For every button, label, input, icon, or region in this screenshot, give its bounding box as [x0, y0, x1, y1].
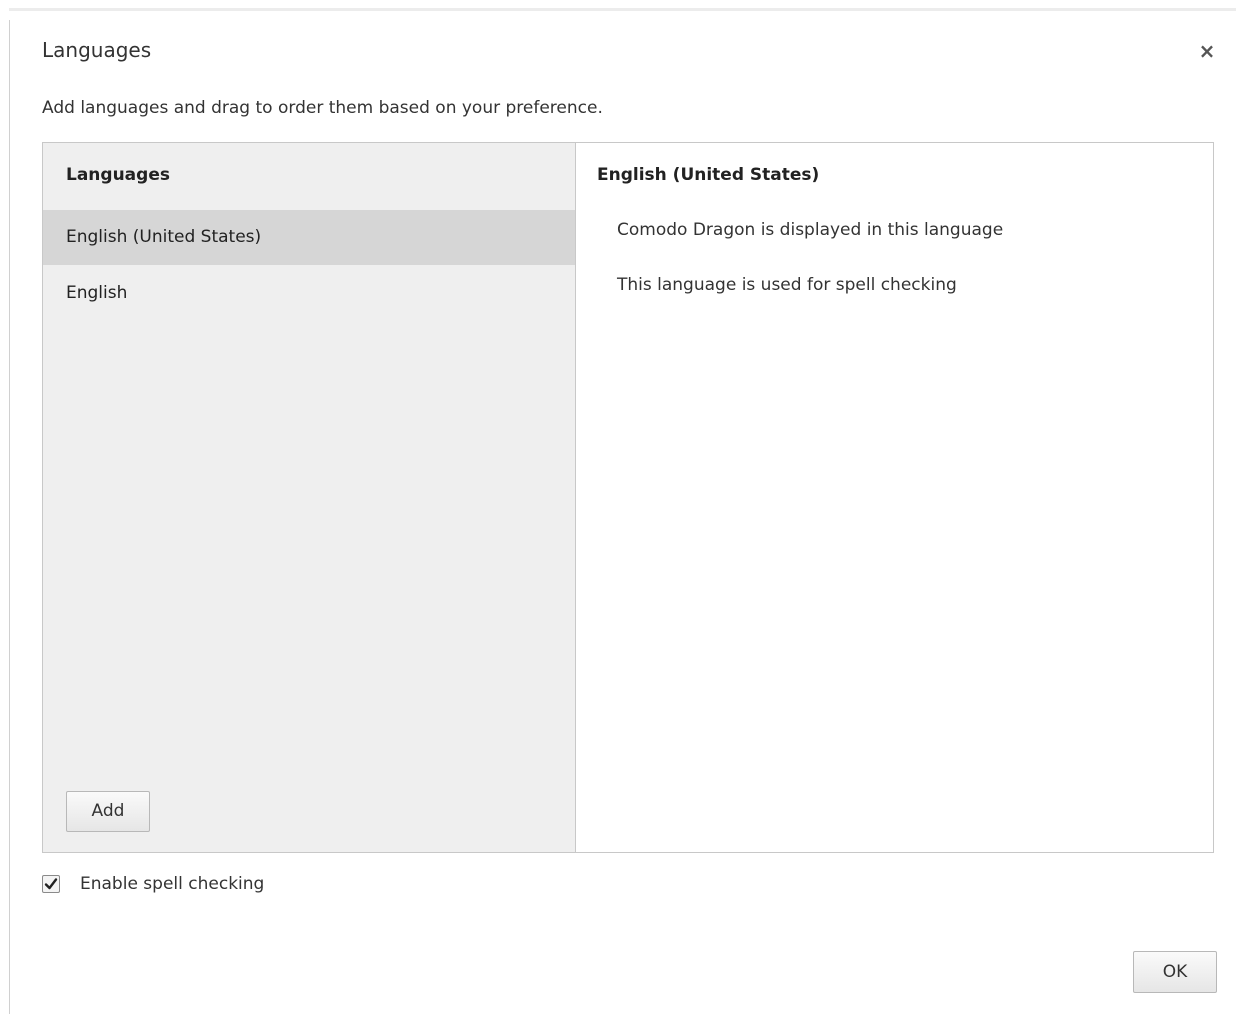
- dialog-left-edge: [9, 20, 10, 1014]
- dialog-subtitle: Add languages and drag to order them bas…: [42, 98, 603, 118]
- languages-panel: Languages English (United States) Englis…: [42, 142, 1214, 853]
- language-list-header: Languages: [66, 165, 170, 185]
- enable-spell-checking-row[interactable]: Enable spell checking: [42, 872, 264, 896]
- close-button[interactable]: ×: [1194, 38, 1220, 64]
- language-item-label: English (United States): [66, 227, 262, 247]
- language-item-english[interactable]: English: [43, 266, 575, 321]
- language-item-english-united-states[interactable]: English (United States): [43, 210, 575, 265]
- language-detail-title: English (United States): [597, 165, 820, 185]
- display-language-note: Comodo Dragon is displayed in this langu…: [617, 220, 1004, 240]
- language-detail: English (United States) Comodo Dragon is…: [576, 143, 1213, 852]
- language-item-label: English: [66, 283, 128, 303]
- checkmark-icon: [44, 878, 58, 890]
- close-icon: ×: [1198, 39, 1216, 63]
- language-list: Languages English (United States) Englis…: [43, 143, 576, 852]
- languages-dialog: Languages × Add languages and drag to or…: [0, 0, 1236, 1014]
- dialog-title: Languages: [42, 38, 152, 62]
- add-language-button[interactable]: Add: [66, 791, 150, 832]
- ok-button[interactable]: OK: [1133, 951, 1217, 993]
- dialog-top-edge: [9, 8, 1236, 11]
- enable-spell-checking-label: Enable spell checking: [80, 874, 265, 894]
- enable-spell-checking-checkbox[interactable]: [42, 875, 60, 893]
- spell-check-language-note: This language is used for spell checking: [617, 275, 957, 295]
